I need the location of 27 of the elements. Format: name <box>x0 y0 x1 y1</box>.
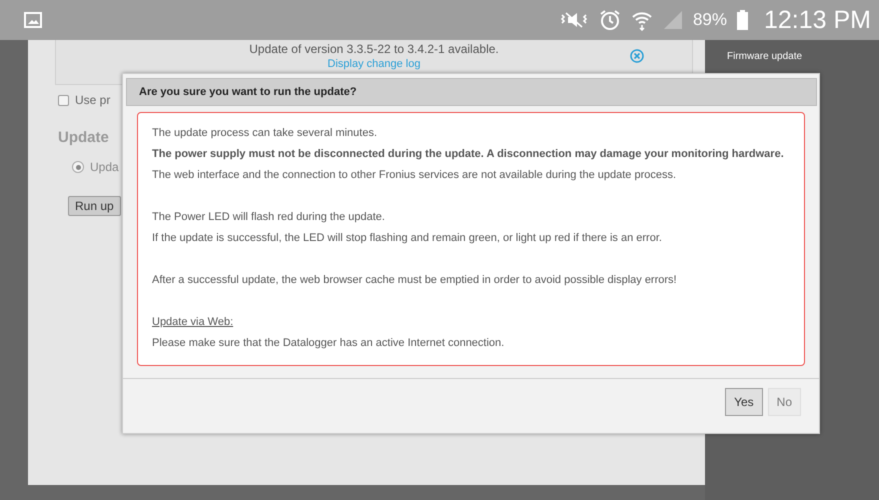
sidebar-item[interactable]: Firmware update <box>727 51 879 62</box>
message-line: The update process can take several minutes. <box>152 126 378 141</box>
notice-text: Update of version 3.3.5-22 to 3.4.2-1 available. <box>249 42 499 56</box>
checkbox-label: Use pr <box>75 93 110 107</box>
run-update-button[interactable]: Run up <box>68 196 121 216</box>
close-icon[interactable] <box>630 49 644 63</box>
mute-icon <box>558 10 589 30</box>
message-line: Please make sure that the Datalogger has an active Internet connection. <box>152 336 506 351</box>
dialog-button[interactable]: No <box>768 388 801 416</box>
message-line: After a successful update, the web browser cache must be emptied in order to avoid possible display errors! <box>152 273 678 288</box>
alarm-icon <box>598 9 621 31</box>
battery-icon <box>736 10 748 30</box>
dialog-title: Are you sure you want to run the update? <box>126 78 817 106</box>
section-title: Update <box>58 129 109 146</box>
warning-line: The power supply must not be disconnected during the update. A disconnection may damage your monitoring hardware. <box>152 147 785 162</box>
signal-icon <box>662 10 683 30</box>
radio-label: Upda <box>90 160 119 174</box>
battery-percent: 89% <box>692 10 727 30</box>
checkbox[interactable] <box>58 94 69 106</box>
dialog-button[interactable]: Yes <box>725 388 763 416</box>
message-line: The web interface and the connection to other Fronius services are not available during the update process. <box>152 168 678 183</box>
section-heading: Update via Web: <box>152 315 234 330</box>
gallery-icon <box>24 12 42 28</box>
message-line: The Power LED will flash red during the update. <box>152 210 386 225</box>
message-line: If the update is successful, the LED will stop flashing and remain green, or light up red if there is an error. <box>152 231 663 246</box>
radio-button[interactable] <box>72 161 84 173</box>
clock-time: 12:13 PM <box>764 6 871 34</box>
